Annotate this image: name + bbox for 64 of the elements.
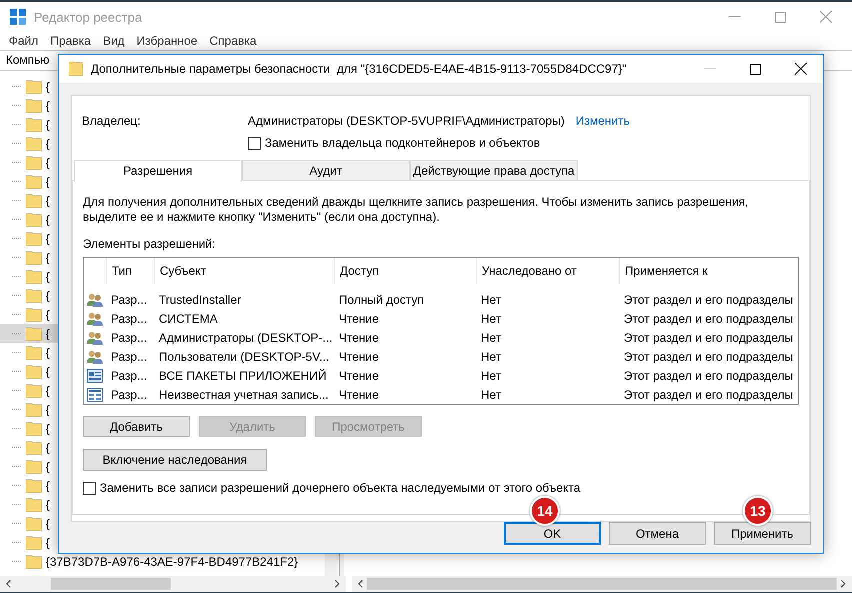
owner-value: Администраторы (DESKTOP-5VUPRIF\Администраторы): [248, 114, 565, 128]
table-cell-text: Нет: [480, 350, 502, 364]
tree-item-label: {: [45, 136, 50, 150]
tree-item-label: {: [45, 308, 50, 322]
table-cell-text: Этот раздел и его подразделы: [623, 330, 794, 344]
table-cell-text: Нет: [480, 292, 502, 306]
table-cell-text: Этот раздел и его подразделы: [623, 350, 794, 364]
table-cell-text: Нет: [480, 330, 502, 344]
tree-item-label: {: [45, 536, 50, 550]
tree-item-label: {37B73D7B-A976-43AE-97F4-BD4977B241F2}: [45, 554, 298, 568]
owner-label: Владелец:: [82, 114, 142, 128]
table-cell-text: Разр...: [110, 368, 148, 382]
entries-label: Элементы разрешений:: [83, 237, 217, 251]
tree-item-label: {: [45, 98, 50, 112]
checkbox-label: Заменить все записи разрешений дочернего объекта наследуемыми от этого объекта: [100, 481, 581, 495]
tree-item-label: {: [45, 498, 50, 512]
checkbox-label: Заменить владельца подконтейнеров и объектов: [265, 136, 540, 150]
tree-item-label: {: [45, 194, 50, 208]
dialog-title: Дополнительные параметры безопасности для "{316CDED5-E4AE-4B15-9113-7055D84DCC97}": [91, 62, 627, 76]
table-cell-text: Неизвестная учетная запись...: [158, 388, 330, 402]
tree-item-label: {: [45, 288, 50, 302]
table-cell-text: Разр...: [110, 330, 148, 344]
table-cell-text: Чтение: [338, 330, 380, 344]
table-cell-text: Пользователи (DESKTOP-5V...: [158, 350, 330, 364]
tree-item-label: {: [45, 516, 50, 530]
table-cell-text: Чтение: [338, 312, 380, 326]
table-cell-text: Чтение: [338, 368, 380, 382]
tree-item-label: {: [45, 118, 50, 132]
tree-item-label: {: [45, 478, 50, 492]
tree-item-label: {: [45, 364, 50, 378]
table-cell-text: Разр...: [110, 388, 148, 402]
table-cell-text: Этот раздел и его подразделы: [623, 312, 794, 326]
table-cell-text: Этот раздел и его подразделы: [623, 368, 794, 382]
tree-item-label: {: [45, 346, 50, 360]
tree-item-label: {: [45, 440, 50, 454]
tree-item-label: {: [45, 270, 50, 284]
table-cell-text: Нет: [480, 368, 502, 382]
table-cell-text: ВСЕ ПАКЕТЫ ПРИЛОЖЕНИЙ: [158, 368, 328, 382]
tree-item-label: {: [45, 422, 50, 436]
tree-item-label: {: [45, 460, 50, 474]
table-cell-text: Разр...: [110, 350, 148, 364]
window-title: Редактор реестра: [34, 10, 142, 24]
tree-item-label: {: [45, 156, 50, 170]
table-cell-text: Чтение: [338, 350, 380, 364]
tree-item-label: {: [45, 384, 50, 398]
tree-item-label: {: [45, 250, 50, 264]
table-cell-text: Администраторы (DESKTOP-...: [158, 330, 334, 344]
table-cell-text: Разр...: [110, 312, 148, 326]
table-cell-text: Разр...: [110, 292, 148, 306]
tree-item-label: {: [45, 174, 50, 188]
table-cell-text: Нет: [480, 388, 502, 402]
tree-item-label: {: [45, 232, 50, 246]
table-cell-text: Нет: [480, 312, 502, 326]
table-cell-text: Полный доступ: [338, 292, 426, 306]
table-cell-text: Чтение: [338, 388, 380, 402]
table-cell-text: TrustedInstaller: [158, 292, 242, 306]
tree-item-label: {: [45, 80, 50, 94]
tree-item-label: {: [45, 326, 50, 340]
table-cell-text: Этот раздел и его подразделы: [623, 292, 794, 306]
table-cell-text: Этот раздел и его подразделы: [623, 388, 794, 402]
tree-item-label: {: [45, 212, 50, 226]
table-cell-text: СИСТЕМА: [158, 312, 219, 326]
description-text: Для получения дополнительных сведений дважды щелкните запись разрешения. Чтобы изменить запись разрешения, выделите ее и нажмите кнопку "Изменить" (если она доступна).: [83, 195, 750, 225]
tree-item-label: {: [45, 402, 50, 416]
